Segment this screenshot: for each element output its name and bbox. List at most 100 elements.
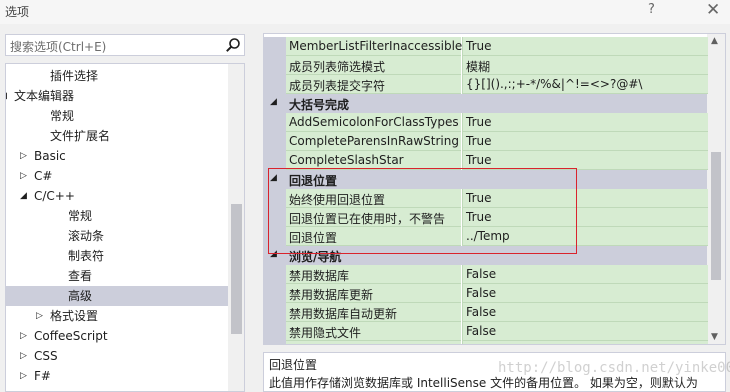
scroll-up-icon[interactable]: ▲ (711, 36, 718, 46)
tree-item-label: C# (34, 169, 53, 183)
category-row[interactable]: ◢ 大括号完成 (264, 94, 707, 113)
tree-item[interactable]: ▷ 格式设置 (6, 306, 228, 326)
property-value[interactable]: False (462, 284, 708, 303)
property-row[interactable]: 禁用隐式文件 False (264, 322, 708, 341)
property-name[interactable]: CompleteParensInRawString (286, 132, 461, 151)
search-input[interactable]: 搜索选项(Ctrl+E) (5, 34, 245, 56)
property-value-text: True (466, 115, 492, 129)
property-name[interactable]: 成员列表筛选模式 (286, 56, 461, 75)
property-value-text: False (466, 343, 496, 344)
tree-item-label: 格式设置 (50, 309, 99, 323)
property-row[interactable]: 禁用数据库 False (264, 265, 708, 284)
tree-item[interactable]: ◢ C/C++ (6, 186, 228, 206)
property-name[interactable]: 禁用数据库更新 (286, 284, 461, 303)
property-name-text: 禁用数据库 (289, 269, 350, 283)
property-value[interactable]: False (462, 322, 708, 341)
close-button[interactable]: ✕ (706, 0, 720, 20)
scroll-down-icon[interactable]: ▼ (711, 332, 718, 342)
tree-scrollbar[interactable] (228, 64, 244, 391)
description-title: 回退位置 (269, 358, 318, 372)
tree-item[interactable]: ▷ F# (6, 366, 228, 386)
property-name[interactable]: MemberListFilterInaccessible (286, 37, 463, 56)
property-name-text: 成员列表提交字符 (289, 79, 386, 93)
property-name[interactable]: 禁用隐式文件 (286, 322, 461, 341)
property-row[interactable]: 禁用数据库更新 False (264, 284, 708, 303)
property-value-text: True (466, 153, 492, 167)
property-value[interactable]: 模糊 (462, 56, 708, 75)
grid-scrollbar-thumb[interactable] (711, 152, 721, 280)
property-value[interactable]: True (462, 37, 708, 56)
property-value[interactable]: False (462, 341, 708, 344)
tree-item[interactable]: 常规 (6, 106, 228, 126)
property-row[interactable]: MemberListFilterInaccessible True (264, 37, 708, 56)
tree-item[interactable]: ▷ Basic (6, 146, 228, 166)
tree-item-label: F# (34, 369, 51, 383)
property-name[interactable]: 禁用数据库自动更新 (286, 303, 461, 322)
property-name[interactable]: 禁用数据库 (286, 265, 461, 284)
options-tree[interactable]: 插件选择◢文本编辑器常规文件扩展名▷Basic▷C#◢C/C++常规滚动条制表符… (5, 63, 245, 392)
collapsed-arrow-icon[interactable]: ▷ (36, 306, 43, 326)
property-row[interactable]: 禁用数据库自动更新 False (264, 303, 708, 322)
tree-item[interactable]: 滚动条 (6, 226, 228, 246)
property-value[interactable]: {}[]().,:;+-*/%&|^!=<>?@#\ (462, 75, 708, 94)
property-name-text: 禁用隐式清除 (289, 343, 361, 344)
tree-scrollbar-thumb[interactable] (231, 204, 242, 334)
property-name[interactable]: AddSemicolonForClassTypes (286, 113, 461, 132)
tree-item[interactable]: 插件选择 (6, 66, 228, 86)
tree-item-label: 制表符 (68, 249, 105, 263)
tree-item-label: CSS (34, 349, 58, 363)
row-gutter (264, 75, 286, 94)
property-value-text: 模糊 (466, 60, 491, 74)
property-value[interactable]: True (462, 113, 708, 132)
expanded-arrow-icon[interactable]: ◢ (20, 186, 27, 206)
property-name[interactable]: 成员列表提交字符 (286, 75, 461, 94)
tree-item[interactable]: ▷ CSS (6, 346, 228, 366)
tree-item[interactable]: ▷ CoffeeScript (6, 326, 228, 346)
property-name-text: 禁用数据库自动更新 (289, 307, 398, 321)
tree-item[interactable]: 高级 (6, 286, 228, 306)
collapsed-arrow-icon[interactable]: ▷ (20, 326, 27, 346)
tree-item[interactable]: 制表符 (6, 246, 228, 266)
property-value-text: True (466, 134, 492, 148)
highlight-box (268, 168, 577, 254)
property-row[interactable]: 成员列表筛选模式 模糊 (264, 56, 708, 75)
tree-item-label: C/C++ (34, 189, 75, 203)
row-gutter (264, 37, 286, 56)
property-row[interactable]: 成员列表提交字符 {}[]().,:;+-*/%&|^!=<>?@#\ (264, 75, 708, 94)
tree-item-label: 常规 (68, 209, 93, 223)
property-value-text: False (466, 305, 497, 319)
grid-scrollbar[interactable]: ▲ ▼ (707, 34, 725, 344)
expanded-arrow-icon[interactable]: ◢ (270, 97, 277, 107)
property-value[interactable]: True (462, 132, 708, 151)
property-row[interactable]: AddSemicolonForClassTypes True (264, 113, 708, 132)
search-icon[interactable] (225, 37, 241, 53)
tree-item[interactable]: 文件扩展名 (6, 126, 228, 146)
property-value[interactable]: False (462, 265, 708, 284)
tree-item-label: 高级 (68, 289, 93, 303)
property-name-text: AddSemicolonForClassTypes (289, 115, 459, 129)
tree-item[interactable]: ◢ 文本编辑器 (6, 86, 228, 106)
description-text: 此值用作存储浏览数据库或 IntelliSense 文件的备用位置。 如果为空，… (269, 376, 698, 390)
collapsed-arrow-icon[interactable]: ▷ (20, 166, 27, 186)
collapsed-arrow-icon[interactable]: ▷ (20, 366, 27, 386)
property-name-text: 禁用数据库更新 (289, 288, 374, 302)
expanded-arrow-icon[interactable]: ◢ (6, 86, 7, 106)
tree-item[interactable]: 查看 (6, 266, 228, 286)
property-value-text: True (466, 39, 492, 53)
property-value[interactable]: False (462, 303, 708, 322)
tree-item-label: 常规 (50, 109, 75, 123)
property-name[interactable]: 禁用隐式清除 (286, 341, 461, 344)
watermark: http://blog.csdn.net/yinke001 (498, 360, 730, 376)
tree-item[interactable]: ▷ C# (6, 166, 228, 186)
category-label: 大括号完成 (289, 98, 350, 112)
property-row[interactable]: 禁用隐式清除 False (264, 341, 708, 344)
property-row[interactable]: CompleteParensInRawString True (264, 132, 708, 151)
collapsed-arrow-icon[interactable]: ▷ (20, 346, 27, 366)
property-name-text: MemberListFilterInaccessible (289, 39, 463, 53)
tree-item[interactable]: 常规 (6, 206, 228, 226)
collapsed-arrow-icon[interactable]: ▷ (20, 146, 27, 166)
property-value-text: False (466, 324, 497, 338)
help-button[interactable]: ? (648, 2, 655, 17)
tree-item-label: 查看 (68, 269, 93, 283)
tree-item-label: 文本编辑器 (14, 89, 75, 103)
